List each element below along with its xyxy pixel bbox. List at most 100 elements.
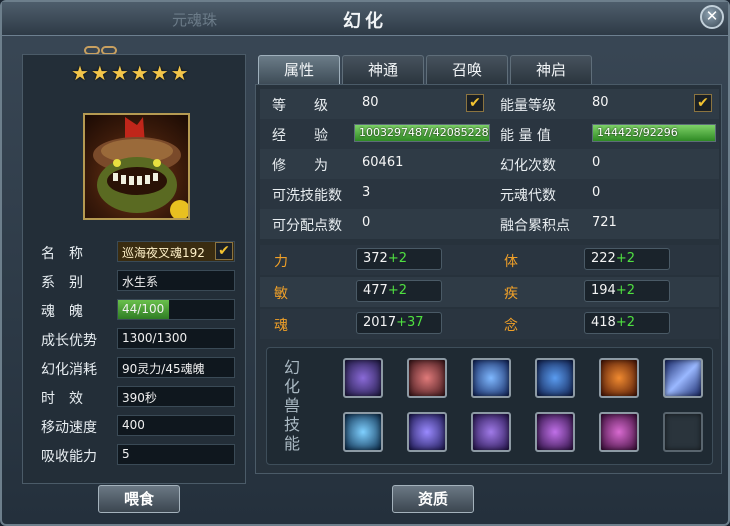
checkmark-icon: ✔ xyxy=(469,95,481,111)
blue-shield-icon[interactable] xyxy=(343,412,383,452)
pet-transform-window: 元魂珠 幻化 ✕ ★★★★★★ 名 称 巡海夜叉魂192 ✔ 系 别 水生系 魂… xyxy=(0,0,730,526)
attributes-panel: 等 级 80 ✔ 能量等级 80 ✔ 经 验 1003297487/420852… xyxy=(255,84,722,474)
transform-count-label: 幻化次数 xyxy=(500,158,556,174)
red-demon-icon[interactable] xyxy=(407,358,447,398)
level-value: 80 xyxy=(362,95,379,110)
duration-label: 时 效 xyxy=(41,391,83,407)
agility-value: 477+2 xyxy=(356,280,442,302)
fire-beast-icon[interactable] xyxy=(599,358,639,398)
speed-value: 400 xyxy=(117,415,235,436)
level-label: 等 级 xyxy=(272,98,328,114)
type-label: 系 别 xyxy=(41,275,83,291)
attr-row-absorb: 吸收能力 5 xyxy=(41,444,251,466)
duration-value: 390秒 xyxy=(117,386,235,407)
attr-row-soul: 魂 魄 44/100 xyxy=(41,299,251,321)
experience-value: 1003297487/420852286 xyxy=(359,126,490,139)
pet-portrait xyxy=(83,113,190,220)
transform-count-value: 0 xyxy=(592,155,601,170)
agility-base: 477 xyxy=(363,283,388,298)
checkmark-icon: ✔ xyxy=(697,95,709,111)
soul-generation-label: 元魂代数 xyxy=(500,188,556,204)
whirlpool-icon[interactable] xyxy=(535,358,575,398)
speed-stat-base: 194 xyxy=(591,283,616,298)
name-label: 名 称 xyxy=(41,246,83,262)
washable-skills-row: 可洗技能数 3 元魂代数 0 xyxy=(260,179,719,209)
pet-name-value: 巡海夜叉魂192 xyxy=(122,246,205,260)
monster-portrait-icon xyxy=(93,117,188,218)
experience-bar: 1003297487/420852286 xyxy=(354,124,490,142)
purple-star-shield-icon[interactable] xyxy=(407,412,447,452)
soul-value: 44/100 xyxy=(122,302,165,316)
empty-slot-icon[interactable] xyxy=(663,412,703,452)
fusion-points-label: 融合累积点 xyxy=(500,218,570,234)
mind-bonus: +2 xyxy=(615,315,635,330)
cultivation-row: 修 为 60461 幻化次数 0 xyxy=(260,149,719,179)
speed-stat-bonus: +2 xyxy=(615,283,635,298)
constitution-base: 222 xyxy=(591,251,616,266)
energy-level-label: 能量等级 xyxy=(500,98,556,114)
constitution-label: 体 xyxy=(504,254,518,270)
soul-bar: 44/100 xyxy=(117,299,235,320)
soul-stat-bonus: +37 xyxy=(396,315,424,330)
type-value: 水生系 xyxy=(117,270,235,291)
soul-label: 魂 魄 xyxy=(41,304,83,320)
strength-bonus: +2 xyxy=(387,251,407,266)
free-points-label: 可分配点数 xyxy=(272,218,342,234)
swirl-shield-icon[interactable] xyxy=(599,412,639,452)
growth-label: 成长优势 xyxy=(41,333,97,349)
level-row: 等 级 80 ✔ 能量等级 80 ✔ xyxy=(260,89,719,119)
cost-label: 幻化消耗 xyxy=(41,362,97,378)
strength-label: 力 xyxy=(274,254,288,270)
checkmark-icon: ✔ xyxy=(218,243,230,259)
cultivation-label: 修 为 xyxy=(272,158,328,174)
stat-row-agility: 敏 477+2 疾 194+2 xyxy=(260,277,719,307)
attr-row-speed: 移动速度 400 xyxy=(41,415,251,437)
experience-label: 经 验 xyxy=(272,128,328,144)
fusion-points-value: 721 xyxy=(592,215,617,230)
speed-label: 移动速度 xyxy=(41,420,97,436)
speed-stat-label: 疾 xyxy=(504,286,518,302)
soul-generation-value: 0 xyxy=(592,185,601,200)
absorb-label: 吸收能力 xyxy=(41,449,97,465)
tab-enlighten[interactable]: 神启 xyxy=(510,55,592,85)
tab-attributes[interactable]: 属性 xyxy=(258,55,340,85)
transform-skills-panel: 幻化兽技能 xyxy=(266,347,713,465)
star-rating: ★★★★★★ xyxy=(71,61,191,85)
strength-base: 372 xyxy=(363,251,388,266)
blue-wave-icon[interactable] xyxy=(471,358,511,398)
soul-stat-base: 2017 xyxy=(363,315,397,330)
mind-label: 念 xyxy=(504,318,518,334)
attr-row-type: 系 别 水生系 xyxy=(41,270,251,292)
agility-label: 敏 xyxy=(274,286,288,302)
stat-row-soul: 魂 2017+37 念 418+2 xyxy=(260,309,719,339)
close-button[interactable]: ✕ xyxy=(700,5,724,29)
experience-row: 经 验 1003297487/420852286 能 量 值 144423/92… xyxy=(260,119,719,149)
energy-level-checkbox[interactable]: ✔ xyxy=(694,94,712,112)
speed-stat-value: 194+2 xyxy=(584,280,670,302)
close-icon: ✕ xyxy=(705,7,719,25)
purple-figure-shield-icon[interactable] xyxy=(471,412,511,452)
free-points-value: 0 xyxy=(362,215,371,230)
mind-value: 418+2 xyxy=(584,312,670,334)
constitution-value: 222+2 xyxy=(584,248,670,270)
shadow-figure-icon[interactable] xyxy=(343,358,383,398)
energy-value: 144423/92296 xyxy=(597,126,678,139)
constitution-bonus: +2 xyxy=(615,251,635,266)
pet-info-panel: ★★★★★★ 名 称 巡海夜叉魂192 ✔ 系 别 水生系 魂 魄 44/100… xyxy=(22,54,246,484)
soul-stat-value: 2017+37 xyxy=(356,312,442,334)
stat-row-strength: 力 372+2 体 222+2 xyxy=(260,245,719,275)
name-checkbox[interactable]: ✔ xyxy=(215,242,233,260)
feed-button[interactable]: 喂食 xyxy=(98,485,180,513)
violet-shield-icon[interactable] xyxy=(535,412,575,452)
agility-bonus: +2 xyxy=(387,283,407,298)
level-checkbox[interactable]: ✔ xyxy=(466,94,484,112)
blade-slash-icon[interactable] xyxy=(663,358,703,398)
cultivation-value: 60461 xyxy=(362,155,404,170)
tab-abilities[interactable]: 神通 xyxy=(342,55,424,85)
energy-bar: 144423/92296 xyxy=(592,124,716,142)
attr-row-duration: 时 效 390秒 xyxy=(41,386,251,408)
tab-summon[interactable]: 召唤 xyxy=(426,55,508,85)
mind-base: 418 xyxy=(591,315,616,330)
soul-stat-label: 魂 xyxy=(274,318,288,334)
aptitude-button[interactable]: 资质 xyxy=(392,485,474,513)
